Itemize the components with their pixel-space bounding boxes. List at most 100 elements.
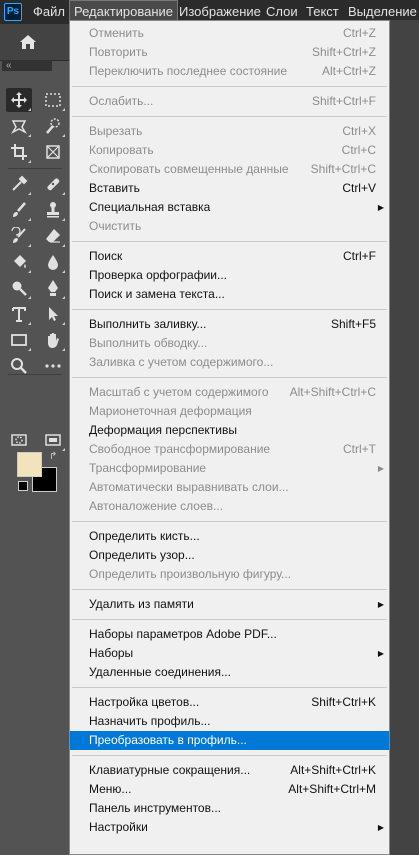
menu-item[interactable]: Настройка цветов... Shift+Ctrl+K bbox=[70, 693, 389, 712]
menu-item[interactable]: Меню... Alt+Shift+Ctrl+M bbox=[70, 780, 389, 799]
quick-select-icon[interactable] bbox=[40, 114, 66, 138]
eyedropper-icon[interactable] bbox=[6, 172, 32, 196]
menu-item-label: Скопировать совмещенные данные bbox=[89, 162, 289, 176]
menu-item[interactable]: Копировать Ctrl+C bbox=[70, 141, 389, 160]
menu-item[interactable]: Очистить bbox=[70, 217, 389, 236]
menu-item-label: Настройка цветов... bbox=[89, 695, 200, 709]
submenu-arrow-icon: ▶ bbox=[377, 649, 384, 658]
menu-item-shortcut: Shift+Ctrl+F bbox=[311, 94, 376, 108]
menu-item-shortcut: Ctrl+Z bbox=[343, 26, 376, 40]
menu-file[interactable]: Файл bbox=[29, 0, 69, 24]
menu-item[interactable]: Удаленные соединения... bbox=[70, 663, 389, 682]
menu-item[interactable]: Клавиатурные сокращения... Alt+Shift+Ctrl… bbox=[70, 761, 389, 780]
path-select-icon[interactable] bbox=[40, 302, 66, 326]
healing-brush-icon[interactable] bbox=[40, 172, 66, 196]
menu-separator bbox=[72, 309, 387, 310]
move-icon[interactable] bbox=[6, 88, 32, 112]
menu-separator bbox=[72, 687, 387, 688]
menu-item[interactable]: Отменить Ctrl+Z bbox=[70, 24, 389, 43]
menu-item[interactable]: Наборы ▶ bbox=[70, 644, 389, 663]
frame-icon[interactable] bbox=[40, 140, 66, 164]
menu-item[interactable]: Назначить профиль... bbox=[70, 712, 389, 731]
menu-item-label: Очистить bbox=[89, 219, 142, 233]
lasso-icon[interactable] bbox=[6, 114, 32, 138]
hand-icon[interactable] bbox=[40, 328, 66, 352]
paint-bucket-icon[interactable] bbox=[6, 250, 32, 274]
menu-item[interactable]: Трансформирование ▶ bbox=[70, 459, 389, 478]
pen-icon[interactable] bbox=[40, 276, 66, 300]
menu-item-label: Клавиатурные сокращения... bbox=[89, 763, 251, 777]
menu-item[interactable]: Определить произвольную фигуру... bbox=[70, 565, 389, 584]
foreground-color-swatch[interactable] bbox=[17, 452, 42, 477]
clone-stamp-icon[interactable] bbox=[40, 198, 66, 222]
screen-mode-icon[interactable] bbox=[40, 428, 66, 452]
blur-icon[interactable] bbox=[40, 250, 66, 274]
menu-item[interactable]: Преобразовать в профиль... bbox=[70, 731, 389, 750]
default-colors-icon[interactable] bbox=[18, 481, 28, 491]
menu-item[interactable]: Удалить из памяти ▶ bbox=[70, 595, 389, 614]
menu-item[interactable]: Определить кисть... bbox=[70, 527, 389, 546]
menu-separator bbox=[72, 755, 387, 756]
menu-item[interactable]: Наборы параметров Adobe PDF... bbox=[70, 625, 389, 644]
menu-item[interactable]: Панель инструментов... bbox=[70, 799, 389, 818]
submenu-arrow-icon: ▶ bbox=[377, 464, 384, 473]
menu-item-label: Марионеточная деформация bbox=[89, 404, 252, 418]
toolbox-divider bbox=[8, 168, 62, 169]
edit-menu-dropdown: Отменить Ctrl+Z Повторить Shift+Ctrl+Z Перек… bbox=[69, 20, 390, 855]
type-icon[interactable] bbox=[6, 302, 32, 326]
menu-item-label: Поиск и замена текста... bbox=[89, 287, 225, 301]
menu-item-shortcut: Shift+F5 bbox=[330, 317, 376, 331]
menu-item-label: Поиск bbox=[89, 249, 123, 263]
collapse-panel-icon[interactable]: « bbox=[2, 60, 52, 71]
quick-mask-icon[interactable] bbox=[6, 428, 32, 452]
home-icon[interactable] bbox=[14, 32, 42, 52]
menu-item[interactable]: Выполнить обводку... bbox=[70, 334, 389, 353]
swap-colors-icon[interactable]: ↱ bbox=[49, 451, 57, 462]
menu-item[interactable]: Вырезать Ctrl+X bbox=[70, 122, 389, 141]
menu-item-label: Автоматически выравнивать слои... bbox=[89, 480, 289, 494]
menu-item[interactable]: Ослабить... Shift+Ctrl+F bbox=[70, 92, 389, 111]
menu-item-label: Панель инструментов... bbox=[89, 801, 221, 815]
menu-item-shortcut: Alt+Shift+Ctrl+C bbox=[289, 385, 376, 399]
menu-item-label: Выполнить обводку... bbox=[89, 336, 208, 350]
menu-item[interactable]: Определить узор... bbox=[70, 546, 389, 565]
menu-item[interactable]: Автоналожение слоев... bbox=[70, 497, 389, 516]
menu-item[interactable]: Скопировать совмещенные данные Shift+Ctrl… bbox=[70, 160, 389, 179]
menu-item[interactable]: Автоматически выравнивать слои... bbox=[70, 478, 389, 497]
menu-item-label: Настройки bbox=[89, 820, 148, 834]
menu-item-shortcut: Shift+Ctrl+K bbox=[311, 695, 376, 709]
menu-separator bbox=[72, 241, 387, 242]
marquee-icon[interactable] bbox=[40, 88, 66, 112]
menu-item[interactable]: Повторить Shift+Ctrl+Z bbox=[70, 43, 389, 62]
menu-item[interactable]: Заливка с учетом содержимого... bbox=[70, 353, 389, 372]
menu-item-label: Масштаб с учетом содержимого bbox=[89, 385, 269, 399]
menu-item[interactable]: Переключить последнее состояние Alt+Ctrl+… bbox=[70, 62, 389, 81]
menu-item[interactable]: Масштаб с учетом содержимого Alt+Shift+Ct… bbox=[70, 383, 389, 402]
menu-item-label: Вырезать bbox=[89, 124, 143, 138]
menu-item[interactable]: Выполнить заливку... Shift+F5 bbox=[70, 315, 389, 334]
menu-item-shortcut: Ctrl+V bbox=[342, 181, 376, 195]
menu-item[interactable]: Поиск Ctrl+F bbox=[70, 247, 389, 266]
menu-item-label: Специальная вставка bbox=[89, 200, 211, 214]
menu-item-label: Вставить bbox=[89, 181, 140, 195]
menu-item[interactable]: Настройки ▶ bbox=[70, 818, 389, 837]
menu-item[interactable]: Вставить Ctrl+V bbox=[70, 179, 389, 198]
menu-item-shortcut: Ctrl+F bbox=[343, 249, 376, 263]
rectangle-icon[interactable] bbox=[6, 328, 32, 352]
menu-item[interactable]: Свободное трансформирование Ctrl+T bbox=[70, 440, 389, 459]
crop-icon[interactable] bbox=[6, 140, 32, 164]
menu-separator bbox=[72, 589, 387, 590]
menu-item-label: Преобразовать в профиль... bbox=[89, 733, 247, 747]
menu-item[interactable]: Марионеточная деформация bbox=[70, 402, 389, 421]
history-brush-icon[interactable] bbox=[6, 224, 32, 248]
eraser-icon[interactable] bbox=[40, 224, 66, 248]
menu-item-label: Ослабить... bbox=[89, 94, 154, 108]
menu-item[interactable]: Специальная вставка ▶ bbox=[70, 198, 389, 217]
dodge-icon[interactable] bbox=[6, 276, 32, 300]
menu-item[interactable]: Проверка орфографии... bbox=[70, 266, 389, 285]
menu-item[interactable]: Поиск и замена текста... bbox=[70, 285, 389, 304]
menu-item-label: Удаленные соединения... bbox=[89, 665, 231, 679]
menu-item-label: Определить произвольную фигуру... bbox=[89, 567, 292, 581]
brush-icon[interactable] bbox=[6, 198, 32, 222]
menu-item[interactable]: Деформация перспективы bbox=[70, 421, 389, 440]
